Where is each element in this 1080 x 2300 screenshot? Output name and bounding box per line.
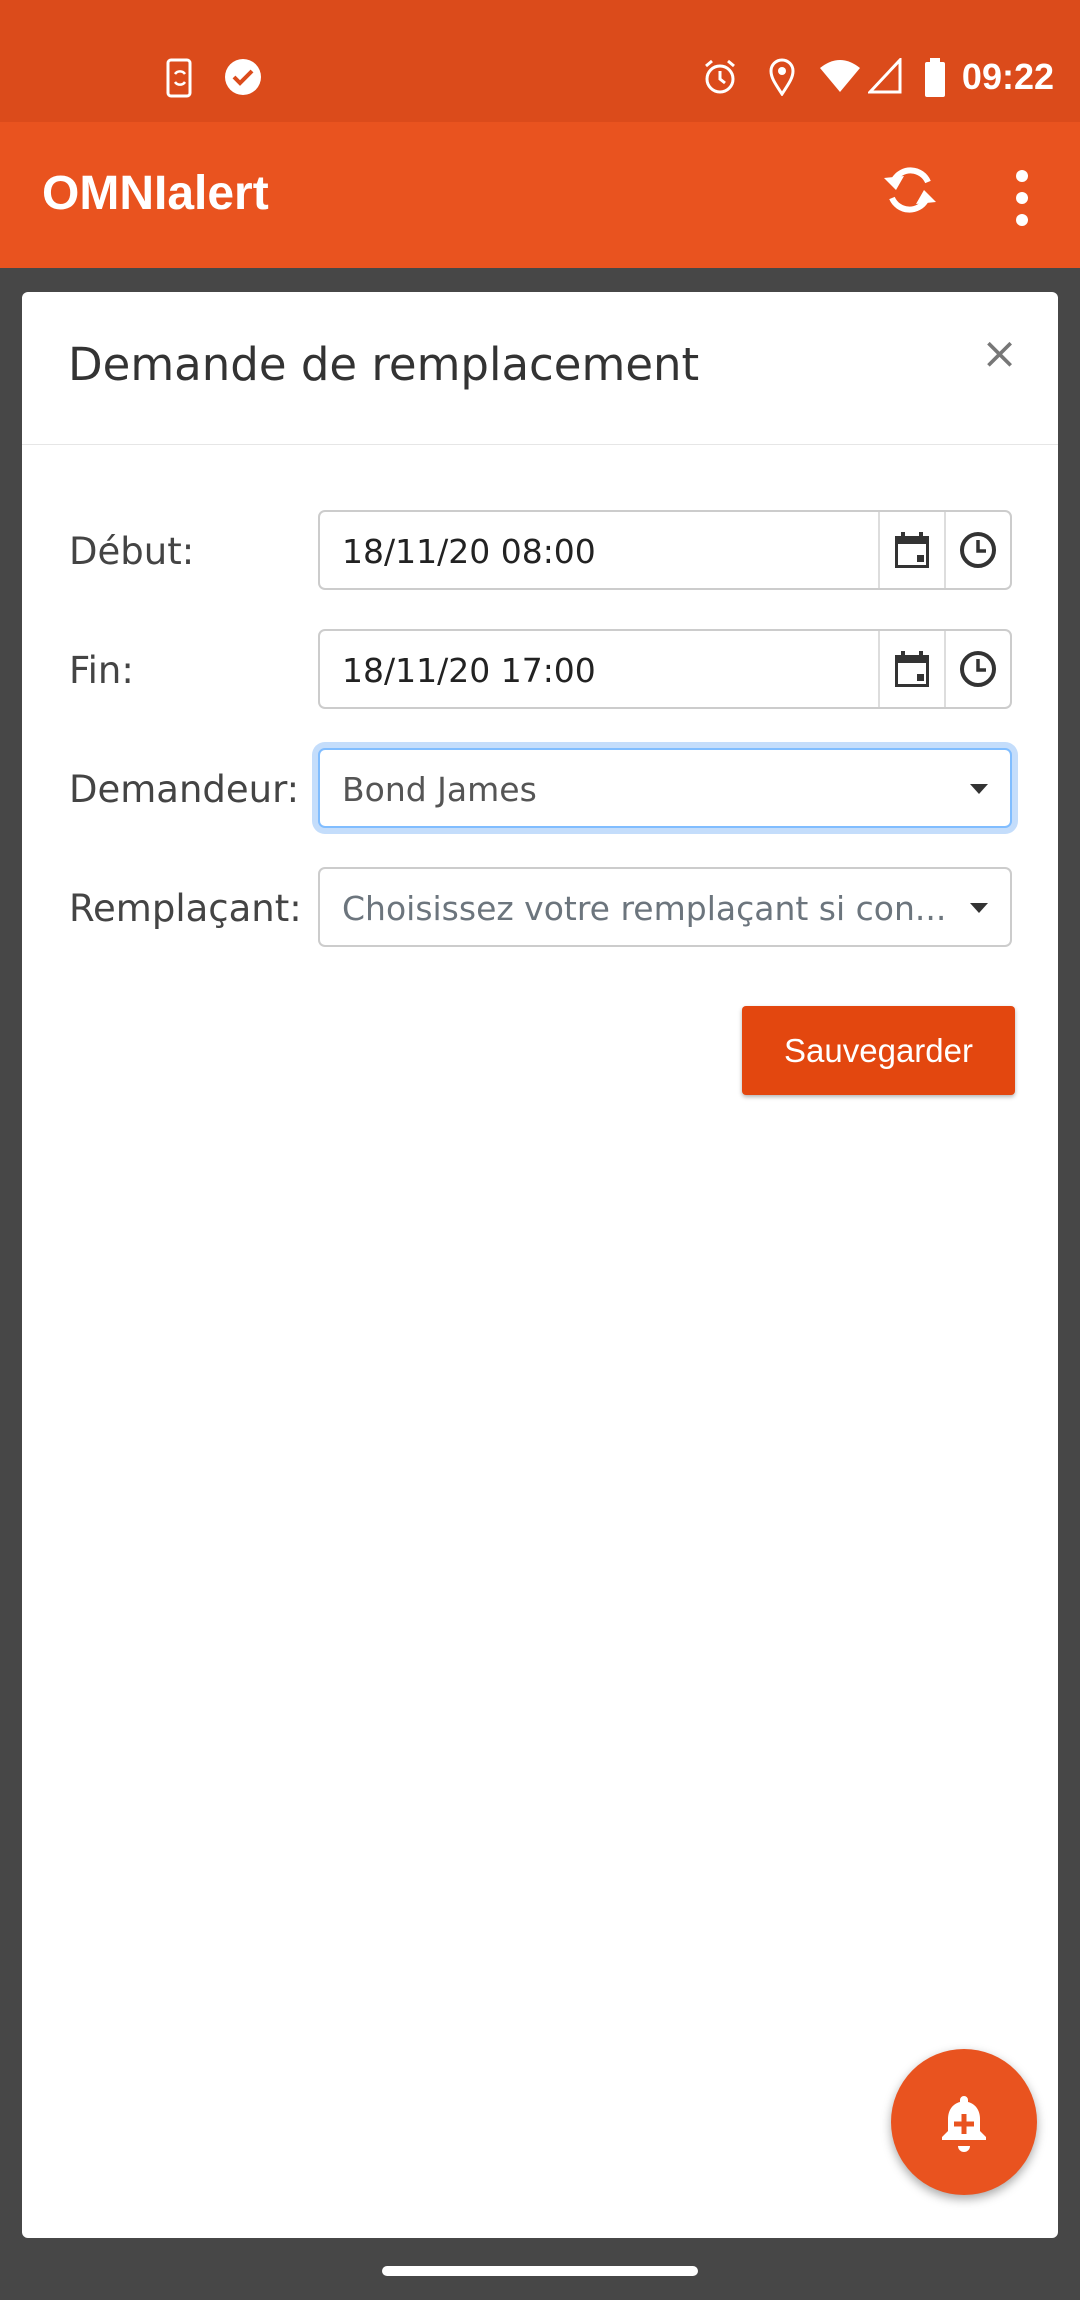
dialog-header: Demande de remplacement × xyxy=(22,292,1058,445)
alarm-icon xyxy=(702,58,738,107)
wifi-icon xyxy=(820,58,860,105)
demandeur-row: Demandeur: Bond James xyxy=(22,748,1058,828)
close-icon[interactable]: × xyxy=(981,328,1018,379)
dropdown-caret-icon xyxy=(970,784,988,794)
dropdown-caret-icon xyxy=(970,903,988,913)
status-time: 09:22 xyxy=(961,56,1054,97)
demandeur-value: Bond James xyxy=(342,770,537,809)
navigation-bar xyxy=(0,2238,1080,2300)
bell-plus-icon xyxy=(942,2096,986,2152)
remplacant-row: Remplaçant: Choisissez votre remplaçant … xyxy=(22,867,1058,947)
debut-value: 18/11/20 08:00 xyxy=(342,532,596,571)
debut-row: Début: 18/11/20 08:00 xyxy=(22,510,1058,590)
clock-icon[interactable] xyxy=(944,631,1010,707)
save-button[interactable]: Sauvegarder xyxy=(742,1006,1015,1095)
calendar-icon[interactable] xyxy=(878,631,944,707)
remplacant-label: Remplaçant: xyxy=(69,887,302,930)
home-handle[interactable] xyxy=(382,2266,698,2276)
replacement-dialog: Demande de remplacement × Début: 18/11/2… xyxy=(22,292,1058,2238)
add-alert-fab[interactable] xyxy=(891,2049,1037,2195)
battery-icon xyxy=(924,58,946,109)
fin-row: Fin: 18/11/20 17:00 xyxy=(22,629,1058,709)
demandeur-label: Demandeur: xyxy=(69,768,300,811)
app-bar: OMNIalert xyxy=(0,122,1080,268)
more-vert-icon[interactable] xyxy=(1010,170,1034,230)
fin-input[interactable]: 18/11/20 17:00 xyxy=(318,629,1012,709)
check-circle-icon xyxy=(224,58,262,107)
fin-label: Fin: xyxy=(69,649,134,692)
status-bar: 09:22 xyxy=(0,0,1080,122)
demandeur-select[interactable]: Bond James xyxy=(318,748,1012,828)
fin-value: 18/11/20 17:00 xyxy=(342,651,596,690)
clock-icon[interactable] xyxy=(944,512,1010,588)
location-icon xyxy=(768,58,796,107)
phone-sync-icon xyxy=(165,58,195,109)
remplacant-placeholder: Choisissez votre remplaçant si con... xyxy=(342,889,947,928)
calendar-icon[interactable] xyxy=(878,512,944,588)
remplacant-select[interactable]: Choisissez votre remplaçant si con... xyxy=(318,867,1012,947)
debut-label: Début: xyxy=(69,530,195,573)
app-title: OMNIalert xyxy=(42,167,269,220)
dialog-title: Demande de remplacement xyxy=(68,338,700,391)
debut-input[interactable]: 18/11/20 08:00 xyxy=(318,510,1012,590)
signal-icon xyxy=(866,56,902,105)
sync-icon[interactable] xyxy=(880,162,940,232)
